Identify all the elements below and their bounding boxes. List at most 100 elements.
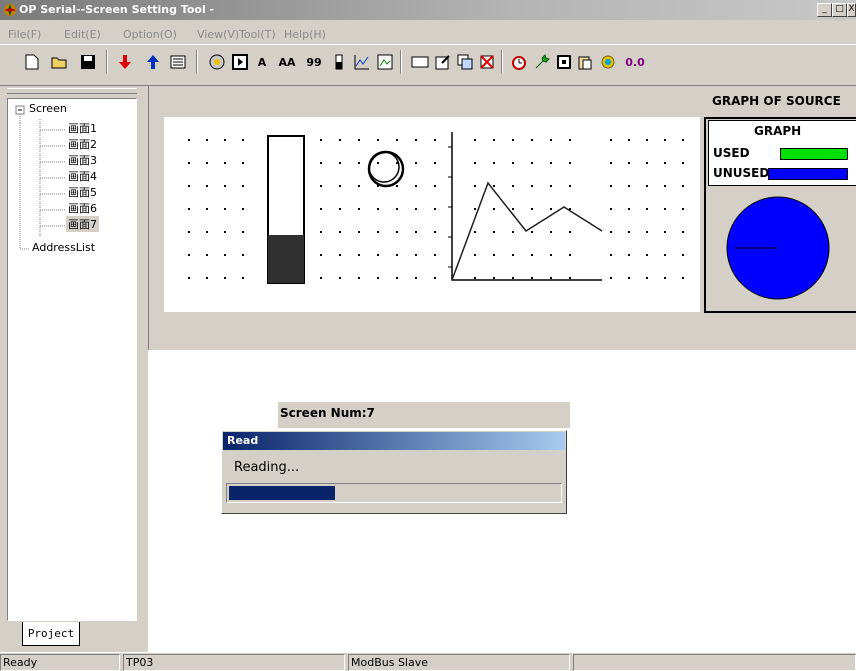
delete-screen-icon[interactable]	[477, 52, 497, 72]
grid-dot	[320, 277, 322, 279]
save-icon[interactable]	[78, 52, 98, 72]
grid-dot	[206, 277, 208, 279]
grid-dot	[646, 185, 648, 187]
grid-dot	[206, 231, 208, 233]
grid-dot	[531, 208, 533, 210]
lamp-icon[interactable]	[207, 52, 227, 72]
grid-dot	[377, 231, 379, 233]
new-file-icon[interactable]	[22, 52, 42, 72]
grid-dot	[339, 139, 341, 141]
grid-dot	[512, 254, 514, 256]
tree-item-screen-6[interactable]: 画面6	[68, 200, 97, 216]
grid-dot	[569, 162, 571, 164]
maximize-button[interactable]: □	[832, 3, 847, 17]
grid-dot	[610, 231, 612, 233]
grid-dot	[242, 231, 244, 233]
grid-dot	[358, 162, 360, 164]
close-button[interactable]: X	[847, 3, 856, 17]
text-icon[interactable]: A	[252, 52, 272, 72]
grid-dot	[242, 277, 244, 279]
grid-dot	[224, 185, 226, 187]
grid-dot	[550, 208, 552, 210]
grid-dot	[320, 208, 322, 210]
minimize-button[interactable]: _	[817, 3, 832, 17]
checkbox-icon[interactable]	[554, 52, 574, 72]
menu-option[interactable]: Option(O)	[123, 28, 177, 41]
tree-item-address-list[interactable]: AddressList	[32, 241, 95, 254]
value-readout: 0.0	[625, 55, 645, 69]
grid-dot	[188, 277, 190, 279]
tree-item-screen-7-selected[interactable]: 画面7	[66, 216, 99, 232]
panel-grip[interactable]	[7, 88, 137, 94]
rectangle-icon[interactable]	[410, 52, 430, 72]
grid-dot	[188, 139, 190, 141]
grid-dot	[493, 162, 495, 164]
grid-dot	[474, 208, 476, 210]
tree-item-screen-4[interactable]: 画面4	[68, 168, 97, 184]
gear-icon[interactable]	[598, 52, 618, 72]
screen-canvas[interactable]	[164, 117, 700, 312]
keyboard-icon[interactable]	[168, 52, 188, 72]
grid-dot	[512, 231, 514, 233]
menu-help[interactable]: Help(H)	[284, 28, 326, 41]
grid-dot	[358, 231, 360, 233]
download-arrow-icon[interactable]	[115, 52, 135, 72]
grid-dot	[188, 254, 190, 256]
grid-dot	[493, 185, 495, 187]
grid-dot	[415, 254, 417, 256]
grid-dot	[206, 162, 208, 164]
grid-dot	[396, 254, 398, 256]
grid-dot	[682, 208, 684, 210]
grid-dot	[206, 139, 208, 141]
menu-tool[interactable]: Tool(T)	[239, 28, 276, 41]
resource-pie-chart	[726, 196, 830, 300]
status-device: TP03	[123, 654, 345, 671]
numeric-display-icon[interactable]: 99	[302, 52, 326, 72]
menu-view[interactable]: View(V)	[197, 28, 239, 41]
read-progress-fill	[229, 486, 335, 500]
copy-screen-icon[interactable]	[455, 52, 475, 72]
grid-dot	[610, 208, 612, 210]
tree-item-screen-1[interactable]: 画面1	[68, 120, 97, 136]
button-icon[interactable]	[230, 52, 250, 72]
tree-item-screen-3[interactable]: 画面3	[68, 152, 97, 168]
grid-dot	[628, 277, 630, 279]
grid-dot	[646, 162, 648, 164]
tree-item-screen-2[interactable]: 画面2	[68, 136, 97, 152]
trend-chart-icon[interactable]	[352, 52, 372, 72]
tree-root-screen[interactable]: Screen	[29, 102, 67, 115]
project-tree[interactable]: Screen 画面1 画面2 画面3 画面4 画面5 画面6 画面7 Addre…	[7, 98, 137, 621]
alarm-clock-icon[interactable]	[509, 52, 529, 72]
image-icon[interactable]	[375, 52, 395, 72]
grid-dot	[531, 277, 533, 279]
grid-dot	[569, 277, 571, 279]
grid-dot	[242, 254, 244, 256]
paste-icon[interactable]	[575, 52, 595, 72]
open-folder-icon[interactable]	[50, 52, 70, 72]
grid-dot	[377, 254, 379, 256]
grid-dot	[646, 231, 648, 233]
text-display-icon[interactable]: AA	[275, 52, 299, 72]
menu-edit[interactable]: Edit(E)	[64, 28, 101, 41]
grid-dot	[493, 277, 495, 279]
toolbar-separator	[501, 50, 503, 74]
wrench-icon[interactable]	[532, 52, 552, 72]
grid-dot	[377, 162, 379, 164]
graph-box-title: GRAPH	[754, 124, 802, 138]
tab-project[interactable]: Project	[22, 622, 80, 646]
grid-dot	[474, 139, 476, 141]
grid-dot	[682, 185, 684, 187]
bar-graph-icon[interactable]	[329, 52, 349, 72]
grid-dot	[550, 162, 552, 164]
grid-dot	[396, 208, 398, 210]
upload-arrow-icon[interactable]	[143, 52, 163, 72]
legend-used-swatch	[780, 148, 848, 160]
grid-dot	[188, 162, 190, 164]
toolbar-separator	[400, 50, 402, 74]
menu-file[interactable]: File(F)	[8, 28, 41, 41]
toolbar-separator	[196, 50, 198, 74]
grid-dot	[224, 139, 226, 141]
screen-edit-icon[interactable]	[433, 52, 453, 72]
read-dialog-title[interactable]: Read	[223, 432, 565, 450]
tree-item-screen-5[interactable]: 画面5	[68, 184, 97, 200]
